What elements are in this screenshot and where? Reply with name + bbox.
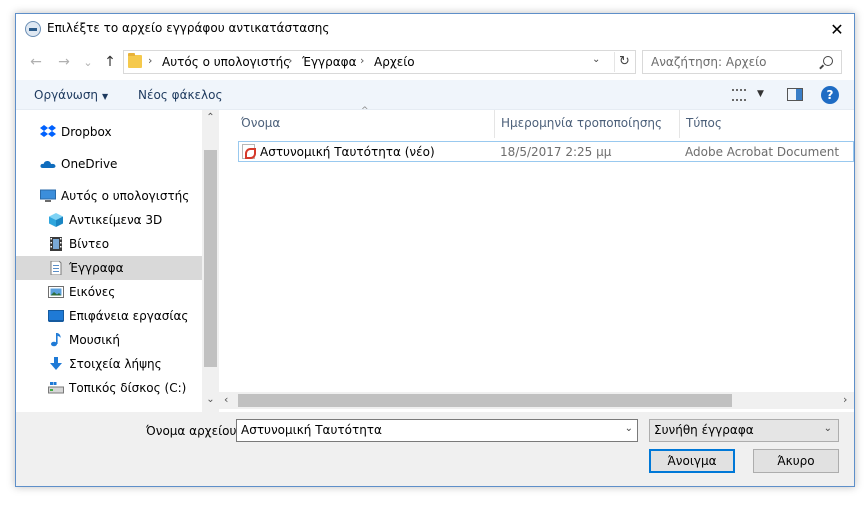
file-type-select[interactable]: Συνήθη έγγραφα ⌄	[649, 419, 839, 442]
sidebar-item-label: Dropbox	[61, 125, 112, 139]
filename-label: Όνομα αρχείου:	[146, 424, 241, 438]
sidebar-item-label: Στοιχεία λήψης	[69, 357, 162, 371]
sidebar-item-music[interactable]: Μουσική	[16, 328, 202, 352]
column-divider[interactable]	[679, 110, 680, 138]
column-header-name[interactable]: Όνομα	[241, 116, 280, 130]
dropbox-icon	[40, 125, 56, 139]
file-open-dialog: Επιλέξτε το αρχείο εγγράφου αντικατάστασ…	[15, 13, 855, 487]
filename-field[interactable]: Αστυνομική Ταυτότητα ⌄	[236, 419, 638, 442]
view-options-icon[interactable]	[732, 89, 746, 101]
column-header-type[interactable]: Τύπος	[686, 116, 722, 130]
window-title: Επιλέξτε το αρχείο εγγράφου αντικατάστασ…	[47, 21, 330, 35]
scroll-down-arrow[interactable]: ⌄	[202, 394, 219, 405]
recent-locations-button[interactable]: ⌄	[77, 51, 99, 73]
navigation-pane: Dropbox OneDrive Αυτός ο υπολογιστής Αντ…	[16, 110, 202, 412]
music-icon	[48, 333, 64, 347]
search-icon[interactable]	[823, 56, 833, 66]
view-options-dropdown-icon[interactable]: ▼	[757, 89, 764, 99]
sidebar-item-onedrive[interactable]: OneDrive	[16, 152, 202, 176]
local-disk-icon	[48, 381, 64, 395]
sort-indicator-icon: ^	[361, 106, 369, 116]
close-button[interactable]: ✕	[820, 14, 854, 44]
sidebar-item-local-disk[interactable]: Τοπικός δίσκος (C:)	[16, 376, 202, 400]
file-type-value: Συνήθη έγγραφα	[654, 423, 754, 437]
scrollbar-thumb[interactable]	[204, 150, 217, 367]
search-box[interactable]: Αναζήτηση: Αρχείο	[642, 50, 842, 74]
forward-button[interactable]: →	[53, 51, 75, 73]
sidebar-item-label: Έγγραφα	[69, 261, 124, 275]
scroll-left-arrow[interactable]: ‹	[224, 393, 228, 406]
organize-label: Οργάνωση	[34, 88, 99, 102]
sidebar-item-this-pc[interactable]: Αυτός ο υπολογιστής	[16, 184, 202, 208]
chevron-down-icon: ▼	[102, 92, 109, 101]
objects-3d-icon	[48, 213, 64, 227]
up-button[interactable]: ↑	[99, 51, 121, 73]
preview-pane-icon[interactable]	[787, 88, 803, 101]
sidebar-item-label: Αυτός ο υπολογιστής	[61, 189, 190, 203]
onedrive-icon	[40, 157, 56, 171]
search-input[interactable]: Αναζήτηση: Αρχείο	[651, 55, 767, 69]
address-bar[interactable]: › Αυτός ο υπολογιστής › Έγγραφα › Αρχείο…	[123, 50, 636, 74]
file-type: Adobe Acrobat Document	[685, 145, 840, 159]
breadcrumb-this-pc[interactable]: Αυτός ο υπολογιστής	[162, 55, 290, 69]
sidebar-item-dropbox[interactable]: Dropbox	[16, 120, 202, 144]
scrollbar-thumb[interactable]	[238, 394, 732, 407]
video-icon	[48, 237, 64, 251]
new-folder-button[interactable]: Νέος φάκελος	[138, 88, 223, 102]
title-bar: Επιλέξτε το αρχείο εγγράφου αντικατάστασ…	[16, 14, 854, 44]
breadcrumb-separator[interactable]: ›	[288, 54, 292, 67]
sidebar-item-label: Βίντεο	[69, 237, 110, 251]
file-row[interactable]: Αστυνομική Ταυτότητα (νέο) 18/5/2017 2:2…	[238, 141, 854, 162]
downloads-icon	[48, 357, 64, 371]
sidebar-item-label: OneDrive	[61, 157, 118, 171]
sidebar-item-videos[interactable]: Βίντεο	[16, 232, 202, 256]
refresh-icon[interactable]: ↻	[614, 52, 634, 72]
file-name: Αστυνομική Ταυτότητα (νέο)	[260, 145, 435, 159]
breadcrumb-separator[interactable]: ›	[360, 54, 364, 67]
computer-icon	[40, 189, 56, 203]
chevron-down-icon[interactable]: ⌄	[824, 423, 832, 434]
column-divider[interactable]	[494, 110, 495, 138]
sidebar-item-label: Εικόνες	[69, 285, 116, 299]
desktop-icon	[48, 309, 64, 323]
cancel-button[interactable]: Άκυρο	[753, 449, 839, 473]
sidebar-item-label: Επιφάνεια εργασίας	[69, 309, 189, 323]
scroll-right-arrow[interactable]: ›	[843, 393, 847, 406]
file-date-modified: 18/5/2017 2:25 μμ	[500, 145, 612, 159]
filename-value[interactable]: Αστυνομική Ταυτότητα	[241, 423, 382, 437]
column-header-date-modified[interactable]: Ημερομηνία τροποποίησης	[501, 116, 662, 130]
chevron-down-icon[interactable]: ⌄	[625, 423, 633, 434]
sidebar-item-3d-objects[interactable]: Αντικείμενα 3D	[16, 208, 202, 232]
sidebar-item-desktop[interactable]: Επιφάνεια εργασίας	[16, 304, 202, 328]
file-list: ^ Όνομα Ημερομηνία τροποποίησης Τύπος Ασ…	[219, 106, 854, 392]
navigation-pane-scrollbar[interactable]: ⌃ ⌄	[202, 110, 219, 412]
pdf-file-icon	[242, 144, 256, 159]
sidebar-item-documents[interactable]: Έγγραφα	[16, 256, 202, 280]
sidebar-item-label: Αντικείμενα 3D	[69, 213, 163, 227]
sidebar-item-pictures[interactable]: Εικόνες	[16, 280, 202, 304]
sidebar-item-downloads[interactable]: Στοιχεία λήψης	[16, 352, 202, 376]
app-icon	[25, 21, 41, 37]
pictures-icon	[48, 285, 64, 299]
sidebar-item-label: Μουσική	[69, 333, 120, 347]
breadcrumb-folder[interactable]: Αρχείο	[374, 55, 415, 69]
file-list-horizontal-scrollbar[interactable]: ‹ ›	[219, 392, 854, 409]
sidebar-item-label: Τοπικός δίσκος (C:)	[69, 381, 187, 395]
help-icon[interactable]: ?	[821, 86, 839, 104]
breadcrumb-documents[interactable]: Έγγραφα	[302, 55, 357, 69]
scroll-up-arrow[interactable]: ⌃	[202, 112, 219, 123]
address-dropdown-icon[interactable]: ⌄	[592, 54, 600, 65]
dialog-footer: Όνομα αρχείου: Αστυνομική Ταυτότητα ⌄ Συ…	[16, 412, 854, 486]
documents-icon	[48, 260, 64, 276]
command-toolbar: Οργάνωση ▼ Νέος φάκελος ▼ ?	[16, 80, 854, 110]
organize-button[interactable]: Οργάνωση ▼	[34, 88, 108, 102]
back-button[interactable]: ←	[25, 51, 47, 73]
breadcrumb-separator[interactable]: ›	[148, 54, 152, 67]
open-button[interactable]: Άνοιγμα	[649, 449, 735, 473]
folder-icon	[128, 53, 142, 68]
navigation-bar: ← → ⌄ ↑ › Αυτός ο υπολογιστής › Έγγραφα …	[16, 46, 854, 76]
